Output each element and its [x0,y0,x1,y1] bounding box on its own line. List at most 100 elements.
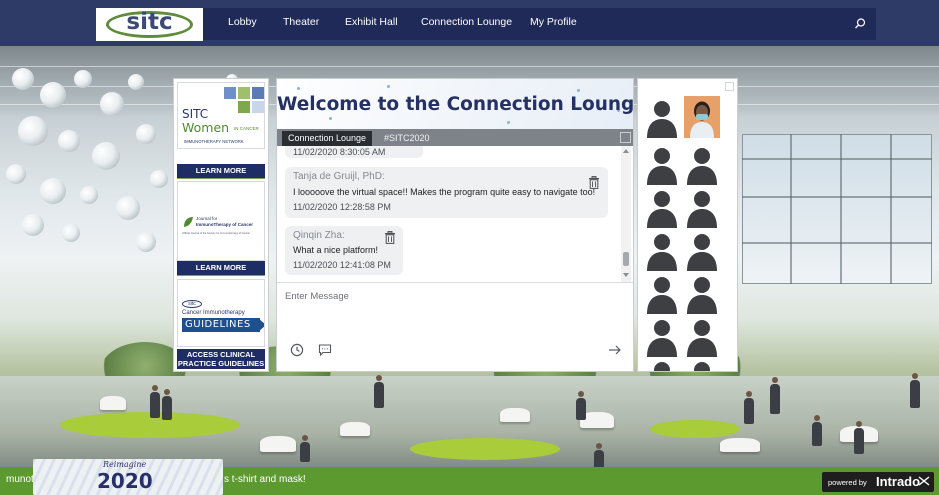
chat-tabs: Connection Lounge #SITC2020 [277,129,633,146]
ad-clinical-guidelines[interactable]: sitc Cancer Immunotherapy GUIDELINES [177,279,265,347]
participant-photo-avatar[interactable] [684,96,720,138]
logo-text: sitc [126,9,173,35]
message-text: What a nice platform! [293,245,379,255]
message-list[interactable]: 11/02/2020 8:30:05 AM Tanja de Gruijl, P… [277,146,633,282]
arrow-right-icon[interactable] [608,344,622,356]
chandelier-bubble [100,92,124,116]
chandelier-bubble [80,186,98,204]
chandelier-bubble [22,214,44,236]
participant-avatar[interactable] [644,357,680,371]
glass-wall [742,134,932,284]
lounge-chair [100,396,126,410]
chandelier-bubble [116,196,140,220]
banner-dot [329,117,332,120]
popout-icon[interactable] [725,82,734,91]
chandelier-bubble [62,224,80,242]
ad-title-secondary: ImmunoTherapy of Cancer [196,222,254,227]
message-time: 11/02/2020 8:30:05 AM [293,147,386,157]
intrado-mark-icon [918,476,930,486]
trash-icon[interactable] [588,176,600,189]
ad-divider [177,178,265,179]
chandelier-bubble [40,178,66,204]
participant-avatar[interactable] [684,229,720,271]
puzzle-logo-icon [224,87,264,113]
participant-avatar[interactable] [684,186,720,228]
participant-avatar[interactable] [684,272,720,314]
sponsor-ads-column: SITC Women IN CANCER IMMUNOTHERAPY NETWO… [173,78,269,372]
participant-avatar[interactable] [684,143,720,185]
scroll-down-arrow[interactable] [623,273,629,277]
window-frame [840,134,842,284]
lounge-chair [500,408,530,422]
ad-subtitle: Official Journal of the Society for Immu… [182,232,250,235]
participant-avatar[interactable] [644,186,680,228]
participant-avatar[interactable] [644,272,680,314]
banner-dot [387,85,390,88]
participant-avatar[interactable] [684,315,720,357]
trash-icon[interactable] [384,231,396,244]
visitor [300,435,310,462]
chat-bubble-icon[interactable] [318,343,332,357]
participant-avatar[interactable] [644,315,680,357]
visitor [150,385,160,418]
learn-more-button[interactable]: LEARN MORE [177,164,265,178]
visitor [744,391,754,424]
learn-more-button[interactable]: LEARN MORE [177,261,265,275]
participant-avatar[interactable] [644,96,680,138]
participant-avatar[interactable] [684,357,720,371]
lounge-chair [720,438,760,452]
ad-jitc-journal[interactable]: Journal for ImmunoTherapy of Cancer Offi… [177,181,265,261]
lawn [650,420,740,438]
banner-dot [507,121,510,124]
message-time: 11/02/2020 12:28:58 PM [293,202,391,212]
nav-lobby[interactable]: Lobby [228,16,257,28]
scroll-up-arrow[interactable] [623,149,629,153]
message-text: I looooove the virtual space!! Makes the… [293,187,596,197]
search-input[interactable] [796,14,854,35]
popout-icon[interactable] [620,132,631,143]
tab-sitc2020[interactable]: #SITC2020 [378,131,436,146]
nav-theater[interactable]: Theater [283,16,319,28]
clock-icon[interactable] [290,343,304,357]
tab-connection-lounge[interactable]: Connection Lounge [282,131,373,146]
chat-panel: Welcome to the Connection Lounge Connect… [276,78,634,372]
ad-title-suffix: IN CANCER [234,126,259,131]
powered-brand: Intrado [876,474,921,489]
chandelier-bubble [150,170,168,188]
message-bubble: Qinqin Zha: What a nice platform! 11/02/… [285,226,403,275]
scrollbar-thumb[interactable] [623,252,629,266]
sitc-logo[interactable]: sitc [96,8,203,41]
chandelier-bubble [6,164,26,184]
nav-connection-lounge[interactable]: Connection Lounge [421,16,512,28]
access-guidelines-button[interactable]: ACCESS CLINICAL PRACTICE GUIDELINES [177,349,265,369]
chandelier-bubble [128,74,144,90]
ad-women-in-cancer[interactable]: SITC Women IN CANCER IMMUNOTHERAPY NETWO… [177,82,265,149]
ad-divider [177,275,265,276]
ticker-text: s t-shirt and mask! [224,474,306,485]
lounge-chair [260,436,296,452]
reimagine-2020-badge: Reimagine 2020 [33,459,223,495]
window-frame [742,242,932,244]
nav-exhibit-hall[interactable]: Exhibit Hall [345,16,398,28]
page-title: Welcome to the Connection Lounge [277,94,634,115]
ticker-text: munot [6,474,34,485]
message-bubble: Tanja de Gruijl, PhD: I looooove the vir… [285,167,608,218]
participant-avatar[interactable] [644,143,680,185]
ceiling-beam [0,66,939,67]
ad-title: Journal for [196,216,218,221]
ad-title: Cancer Immunotherapy [182,310,245,316]
visitor [910,373,920,408]
chandelier-bubble [136,124,156,144]
message-composer [277,282,633,371]
chandelier-bubble [58,130,80,152]
window-frame [742,196,932,198]
participants-panel [637,78,738,372]
search-icon[interactable] [853,17,867,31]
participant-avatar[interactable] [644,229,680,271]
message-input[interactable] [285,291,625,331]
message-time: 11/02/2020 12:41:08 PM [293,260,391,270]
nav-my-profile[interactable]: My Profile [530,16,577,28]
powered-by-intrado[interactable]: powered by Intrado [822,472,934,492]
message-scrollbar[interactable] [621,146,631,282]
journal-leaf-icon [184,217,193,227]
